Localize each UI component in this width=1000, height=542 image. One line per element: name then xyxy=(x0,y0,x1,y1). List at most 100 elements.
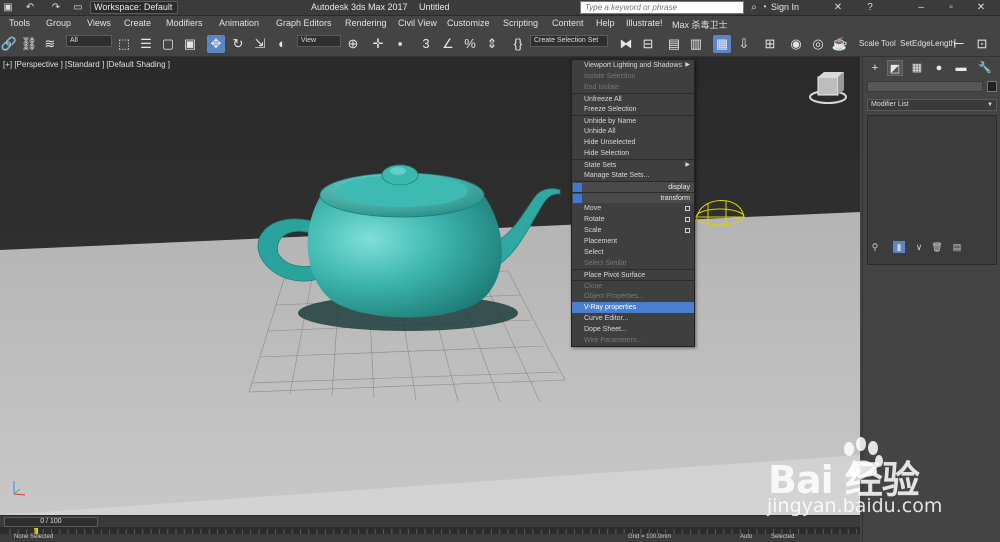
menu-modifiers[interactable]: Modifiers xyxy=(166,18,203,28)
folder-icon[interactable]: ▭ xyxy=(72,2,84,14)
menu-illustrate[interactable]: Illustrate! xyxy=(626,18,663,28)
window-crossing-icon[interactable]: ▣ xyxy=(181,35,199,53)
layer-explorer-icon[interactable]: ▥ xyxy=(687,35,705,53)
perspective-viewport[interactable]: [+] [Perspective ] [Standard ] [Default … xyxy=(0,57,860,515)
object-color-swatch[interactable] xyxy=(987,81,997,92)
scene-explorer-icon[interactable]: ▤ xyxy=(665,35,683,53)
redo-icon[interactable]: ↷ xyxy=(50,2,62,14)
link-icon[interactable]: 🔗 xyxy=(0,35,18,53)
menu-tools[interactable]: Tools xyxy=(9,18,30,28)
render-setup-icon[interactable]: ◎ xyxy=(809,35,827,53)
menu-content[interactable]: Content xyxy=(552,18,584,28)
quad-menu-item[interactable]: V-Ray properties xyxy=(572,302,694,313)
settings-box-icon[interactable] xyxy=(685,217,690,222)
quad-menu-item[interactable]: Viewport Lighting and Shadows ▶ xyxy=(572,60,694,71)
time-slider[interactable]: 0 / 100 xyxy=(4,517,98,527)
schematic-view-icon[interactable]: ⊞ xyxy=(761,35,779,53)
quad-menu-item[interactable]: Hide Unselected xyxy=(572,137,694,148)
edge-length-icon[interactable]: ⊢ xyxy=(950,35,968,53)
undo-icon[interactable]: ↶ xyxy=(24,2,36,14)
quad-menu-item[interactable]: Select xyxy=(572,247,694,258)
quad-menu-item[interactable]: Place Pivot Surface xyxy=(572,269,694,280)
percent-snap-icon[interactable]: % xyxy=(461,35,479,53)
extra-tool-icon[interactable]: ⊡ xyxy=(973,35,991,53)
rotate-icon[interactable]: ↻ xyxy=(229,35,247,53)
menu-create[interactable]: Create xyxy=(124,18,151,28)
minimize-icon[interactable]: – xyxy=(915,2,927,14)
pivot-center-icon[interactable]: ⊕ xyxy=(344,35,362,53)
quad-menu-item[interactable]: Clone xyxy=(572,280,694,291)
help-icon[interactable]: ? xyxy=(864,2,876,14)
quad-menu-item[interactable]: Dope Sheet... xyxy=(572,324,694,335)
quad-menu-item[interactable]: Unhide by Name xyxy=(572,115,694,126)
menu-customize[interactable]: Customize xyxy=(447,18,490,28)
quad-menu-item[interactable]: End Isolate xyxy=(572,82,694,93)
scale-tool-label[interactable]: Scale Tool xyxy=(859,39,896,48)
quad-menu-item[interactable]: Select Similar xyxy=(572,258,694,269)
close-icon[interactable]: ✕ xyxy=(975,2,987,14)
select-manipulate-icon[interactable]: ✛ xyxy=(369,35,387,53)
viewport-label[interactable]: [+] [Perspective ] [Standard ] [Default … xyxy=(3,60,170,69)
quad-menu-item[interactable]: Unfreeze All xyxy=(572,93,694,104)
quad-menu-item[interactable]: Unhide All xyxy=(572,126,694,137)
quad-menu-item[interactable]: Manage State Sets... xyxy=(572,170,694,181)
menu-scripting[interactable]: Scripting xyxy=(503,18,538,28)
quad-menu-item[interactable]: Isolate Selection xyxy=(572,71,694,82)
select-object-icon[interactable]: ⬚ xyxy=(115,35,133,53)
display-tab-icon[interactable]: ▬ xyxy=(953,60,969,76)
scale-icon[interactable]: ⇲ xyxy=(251,35,269,53)
menu-graph-editors[interactable]: Graph Editors xyxy=(276,18,332,28)
menu-animation[interactable]: Animation xyxy=(219,18,259,28)
create-tab-icon[interactable]: + xyxy=(867,60,883,76)
keyboard-shortcut-icon[interactable]: ▪ xyxy=(391,35,409,53)
quad-menu-item[interactable]: Move xyxy=(572,203,694,214)
quad-menu-item[interactable]: Rotate xyxy=(572,214,694,225)
quad-menu[interactable]: Viewport Lighting and Shadows ▶ Isolate Se… xyxy=(571,59,695,347)
quad-menu-item[interactable]: Curve Editor... xyxy=(572,313,694,324)
spinner-snap-icon[interactable]: ⇕ xyxy=(483,35,501,53)
sign-in-link[interactable]: Sign In xyxy=(771,2,799,12)
hierarchy-tab-icon[interactable]: ▦ xyxy=(909,60,925,76)
material-editor-icon[interactable]: ◉ xyxy=(787,35,805,53)
quad-menu-item[interactable]: Freeze Selection xyxy=(572,104,694,115)
workspace-dropdown[interactable]: Workspace: Default xyxy=(90,1,178,14)
selection-filter-dropdown[interactable]: All xyxy=(66,35,112,47)
search-input[interactable]: Type a keyword or phrase xyxy=(580,1,744,14)
edit-named-selection-icon[interactable]: {} xyxy=(509,35,527,53)
align-icon[interactable]: ⊟ xyxy=(639,35,657,53)
menu-rendering[interactable]: Rendering xyxy=(345,18,387,28)
object-name-field[interactable] xyxy=(867,81,983,92)
place-icon[interactable]: ◐ xyxy=(273,35,291,53)
configure-sets-icon[interactable]: ▤ xyxy=(951,241,963,253)
pin-stack-icon[interactable]: ⚲ xyxy=(869,241,881,253)
unlink-icon[interactable]: ⛓ xyxy=(20,35,38,53)
settings-box-icon[interactable] xyxy=(685,206,690,211)
utilities-tab-icon[interactable]: 🔧 xyxy=(977,60,993,76)
render-icon[interactable]: ☕ xyxy=(831,35,849,53)
curve-editor-icon[interactable]: ⇩ xyxy=(735,35,753,53)
snaps-toggle-icon[interactable]: 3 xyxy=(417,35,435,53)
menu-group[interactable]: Group xyxy=(46,18,71,28)
select-by-name-icon[interactable]: ☰ xyxy=(137,35,155,53)
user-icon[interactable]: ◔ xyxy=(758,2,770,14)
quad-menu-item[interactable]: Placement xyxy=(572,236,694,247)
remove-modifier-icon[interactable]: 🗑 xyxy=(931,241,943,253)
modifier-list-dropdown[interactable]: Modifier List ▼ xyxy=(867,99,997,111)
quad-menu-item[interactable]: Hide Selection xyxy=(572,148,694,159)
quad-menu-item[interactable]: Object Properties... xyxy=(572,291,694,302)
quad-menu-item[interactable]: Wire Parameters... xyxy=(572,335,694,346)
settings-box-icon[interactable] xyxy=(685,228,690,233)
key-filter-dropdown[interactable]: Selected xyxy=(771,534,794,540)
quad-menu-item[interactable]: State Sets ▶ xyxy=(572,159,694,170)
mirror-icon[interactable]: ⧓ xyxy=(617,35,635,53)
menu-views[interactable]: Views xyxy=(87,18,111,28)
rectangle-selection-icon[interactable]: ▢ xyxy=(159,35,177,53)
show-end-result-icon[interactable]: ▮ xyxy=(893,241,905,253)
reference-coordinate-dropdown[interactable]: View xyxy=(297,35,341,47)
bind-space-warp-icon[interactable]: ≋ xyxy=(41,35,59,53)
quad-menu-item[interactable]: Scale xyxy=(572,225,694,236)
menu-civil-view[interactable]: Civil View xyxy=(398,18,437,28)
move-icon[interactable]: ✥ xyxy=(207,35,225,53)
track-bar[interactable] xyxy=(0,527,860,535)
angle-snap-icon[interactable]: ∠ xyxy=(439,35,457,53)
